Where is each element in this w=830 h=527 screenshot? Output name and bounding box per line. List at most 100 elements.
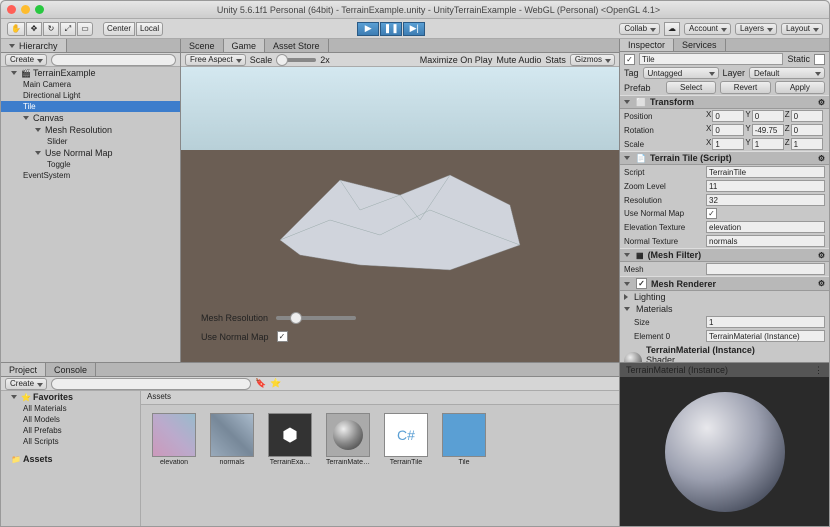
rect-tool[interactable]: ▭ <box>77 22 93 36</box>
layers-dropdown[interactable]: Layers <box>735 23 777 35</box>
hierarchy-create-dropdown[interactable]: Create <box>5 54 47 66</box>
gameobject-name-input[interactable] <box>639 53 783 65</box>
meshrenderer-header[interactable]: Mesh Renderer⚙ <box>620 276 829 291</box>
fav-item[interactable]: All Prefabs <box>1 425 140 436</box>
filter-icon[interactable]: 🔖 <box>255 378 266 389</box>
material-preview[interactable] <box>620 377 829 526</box>
move-tool[interactable]: ✥ <box>26 22 42 36</box>
rot-x-input[interactable] <box>712 124 744 136</box>
tab-game[interactable]: Game <box>224 39 266 52</box>
hand-tool[interactable]: ✋ <box>7 22 25 36</box>
scale-tool[interactable]: ⤢ <box>60 22 76 36</box>
renderer-enabled-checkbox[interactable] <box>636 278 647 289</box>
pos-y-input[interactable] <box>752 110 784 122</box>
close-icon[interactable] <box>7 5 16 14</box>
fav-item[interactable]: All Models <box>1 414 140 425</box>
elem0-field[interactable] <box>706 330 825 342</box>
gizmos-dropdown[interactable]: Gizmos <box>570 54 615 66</box>
tab-asset-store[interactable]: Asset Store <box>265 39 329 52</box>
mute-toggle[interactable]: Mute Audio <box>496 55 541 65</box>
account-dropdown[interactable]: Account <box>684 23 731 35</box>
pivot-center-button[interactable]: Center <box>103 22 135 36</box>
foldout-icon[interactable] <box>624 294 628 300</box>
mesh-field[interactable] <box>706 263 825 275</box>
tab-hierarchy[interactable]: Hierarchy <box>1 39 67 52</box>
scale-slider[interactable] <box>276 58 316 62</box>
pos-x-input[interactable] <box>712 110 744 122</box>
tag-dropdown[interactable]: Untagged <box>643 67 719 79</box>
layout-dropdown[interactable]: Layout <box>781 23 823 35</box>
rot-y-input[interactable] <box>752 124 784 136</box>
asset-item[interactable]: C#TerrainTile <box>381 413 431 466</box>
aspect-dropdown[interactable]: Free Aspect <box>185 54 246 66</box>
project-search-input[interactable] <box>51 378 251 390</box>
filter-icon[interactable]: ⭐ <box>270 378 281 389</box>
hierarchy-item[interactable]: EventSystem <box>1 170 180 181</box>
collab-dropdown[interactable]: Collab <box>619 23 660 35</box>
layer-dropdown[interactable]: Default <box>749 67 825 79</box>
elev-field[interactable] <box>706 221 825 233</box>
scl-x-input[interactable] <box>712 138 744 150</box>
asset-item[interactable]: elevation <box>149 413 199 466</box>
maximize-toggle[interactable]: Maximize On Play <box>420 55 493 65</box>
tab-services[interactable]: Services <box>674 39 726 51</box>
hierarchy-item[interactable]: Toggle <box>1 159 180 170</box>
hierarchy-item[interactable]: Mesh Resolution <box>1 124 180 136</box>
usenm-checkbox[interactable] <box>706 208 717 219</box>
size-input[interactable] <box>706 316 825 328</box>
asset-item[interactable]: ⬢TerrainExa… <box>265 413 315 466</box>
static-checkbox[interactable] <box>814 54 825 65</box>
hierarchy-item[interactable]: Directional Light <box>1 90 180 101</box>
hierarchy-item[interactable]: Use Normal Map <box>1 147 180 159</box>
hierarchy-search-input[interactable] <box>51 54 176 66</box>
preview-menu-icon[interactable]: ⋮ <box>814 365 823 375</box>
cloud-button[interactable]: ☁ <box>664 22 680 36</box>
resolution-input[interactable] <box>706 194 825 206</box>
zoom-input[interactable] <box>706 180 825 192</box>
tab-console[interactable]: Console <box>46 363 96 376</box>
hierarchy-item[interactable]: Main Camera <box>1 79 180 90</box>
transform-header[interactable]: ⬜ Transform⚙ <box>620 95 829 109</box>
pivot-local-button[interactable]: Local <box>136 22 163 36</box>
rot-z-input[interactable] <box>791 124 823 136</box>
prefab-select-button[interactable]: Select <box>666 81 716 94</box>
script-header[interactable]: 📄 Terrain Tile (Script)⚙ <box>620 151 829 165</box>
favorites-row[interactable]: ⭐ Favorites <box>1 391 140 403</box>
mesh-res-slider[interactable] <box>276 316 356 320</box>
pause-button[interactable]: ❚❚ <box>380 22 402 36</box>
minimize-icon[interactable] <box>21 5 30 14</box>
hierarchy-item-selected[interactable]: Tile <box>1 101 180 112</box>
hierarchy-item[interactable]: Canvas <box>1 112 180 124</box>
maximize-icon[interactable] <box>35 5 44 14</box>
project-create-dropdown[interactable]: Create <box>5 378 47 390</box>
asset-item[interactable]: Tile <box>439 413 489 466</box>
stats-toggle[interactable]: Stats <box>545 55 566 65</box>
norm-field[interactable] <box>706 235 825 247</box>
step-button[interactable]: ▶| <box>403 22 425 36</box>
use-normal-checkbox[interactable] <box>277 331 288 342</box>
tag-label: Tag <box>624 68 639 78</box>
rotate-tool[interactable]: ↻ <box>43 22 59 36</box>
script-field[interactable] <box>706 166 825 178</box>
prefab-apply-button[interactable]: Apply <box>775 81 825 94</box>
prefab-revert-button[interactable]: Revert <box>720 81 770 94</box>
gameobject-enabled-checkbox[interactable] <box>624 54 635 65</box>
material-header[interactable]: TerrainMaterial (Instance) Shader Standa… <box>620 343 829 362</box>
asset-item[interactable]: normals <box>207 413 257 466</box>
scl-y-input[interactable] <box>752 138 784 150</box>
hierarchy-item[interactable]: Slider <box>1 136 180 147</box>
scl-z-input[interactable] <box>791 138 823 150</box>
fav-item[interactable]: All Scripts <box>1 436 140 447</box>
usenm-label: Use Normal Map <box>624 209 702 218</box>
scene-row[interactable]: 🎬 TerrainExample <box>1 67 180 79</box>
tab-scene[interactable]: Scene <box>181 39 224 52</box>
tab-project[interactable]: Project <box>1 363 46 376</box>
asset-item[interactable]: TerrainMate… <box>323 413 373 466</box>
assets-folder[interactable]: 📁 Assets <box>1 453 140 465</box>
tab-inspector[interactable]: Inspector <box>620 39 674 51</box>
foldout-icon[interactable] <box>624 307 630 311</box>
fav-item[interactable]: All Materials <box>1 403 140 414</box>
meshfilter-header[interactable]: ▦ (Mesh Filter)⚙ <box>620 248 829 262</box>
pos-z-input[interactable] <box>791 110 823 122</box>
play-button[interactable]: ▶ <box>357 22 379 36</box>
